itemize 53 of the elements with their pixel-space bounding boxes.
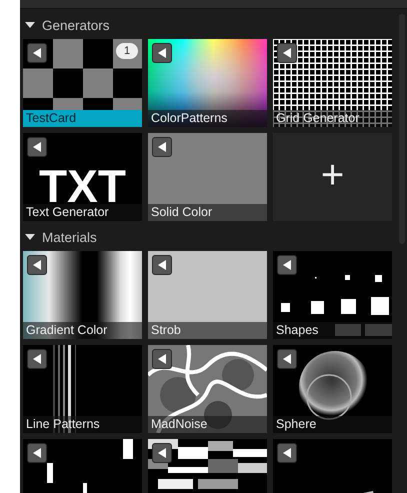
play-left-icon bbox=[32, 260, 42, 270]
play-button[interactable] bbox=[27, 443, 47, 463]
play-left-icon bbox=[158, 260, 166, 270]
play-button[interactable] bbox=[152, 349, 172, 369]
asset-tile[interactable]: Grid Generator bbox=[273, 39, 392, 127]
asset-tile[interactable]: TXT Text Generator bbox=[23, 133, 142, 221]
play-left-icon bbox=[32, 142, 42, 152]
play-left-icon bbox=[32, 48, 42, 58]
play-button[interactable] bbox=[27, 349, 47, 369]
asset-tile[interactable]: Solid Color bbox=[148, 133, 267, 221]
play-left-icon bbox=[282, 260, 292, 270]
play-button[interactable] bbox=[277, 255, 297, 275]
play-left-icon bbox=[158, 48, 166, 58]
asset-tile[interactable]: Line Patterns bbox=[23, 345, 142, 433]
play-button[interactable] bbox=[152, 43, 172, 63]
asset-tile[interactable]: MadNoise bbox=[148, 345, 267, 433]
tile-label: Shapes bbox=[273, 322, 392, 339]
play-left-icon bbox=[158, 354, 166, 364]
disclosure-triangle-icon[interactable] bbox=[25, 233, 35, 241]
section-title: Generators bbox=[42, 18, 110, 32]
tile-label: TestCard bbox=[23, 110, 142, 127]
tile-label: Text Generator bbox=[23, 204, 142, 221]
play-button[interactable] bbox=[27, 255, 47, 275]
tile-label: Solid Color bbox=[148, 204, 267, 221]
play-left-icon bbox=[158, 142, 166, 152]
play-button[interactable] bbox=[277, 43, 297, 63]
tile-label: Grid Generator bbox=[273, 110, 392, 127]
tile-label: Sphere bbox=[273, 416, 392, 433]
section-title: Materials bbox=[42, 230, 97, 244]
play-left-icon bbox=[32, 354, 42, 364]
play-button[interactable] bbox=[27, 137, 47, 157]
play-left-icon bbox=[282, 448, 292, 458]
play-button[interactable] bbox=[152, 443, 172, 463]
play-button[interactable] bbox=[27, 43, 47, 63]
tile-label: Line Patterns bbox=[23, 416, 142, 433]
tile-label: Gradient Color bbox=[23, 322, 142, 339]
play-button[interactable] bbox=[152, 137, 172, 157]
tile-label: MadNoise bbox=[148, 416, 267, 433]
tile-label: Strob bbox=[148, 322, 267, 339]
asset-tile[interactable]: Sphere bbox=[273, 345, 392, 433]
disclosure-triangle-icon[interactable] bbox=[25, 21, 35, 29]
play-left-icon bbox=[158, 448, 166, 458]
play-left-icon bbox=[32, 448, 42, 458]
asset-tile[interactable]: Strob bbox=[148, 251, 267, 339]
play-button[interactable] bbox=[277, 349, 297, 369]
play-button[interactable] bbox=[277, 443, 297, 463]
play-left-icon bbox=[282, 48, 292, 58]
asset-tile[interactable]: Shapes bbox=[273, 251, 392, 339]
asset-tile[interactable]: Gradient Color bbox=[23, 251, 142, 339]
play-left-icon bbox=[282, 354, 292, 364]
tile-label: ColorPatterns bbox=[148, 110, 267, 127]
play-button[interactable] bbox=[152, 255, 172, 275]
asset-tile[interactable]: 1 TestCard bbox=[23, 39, 142, 127]
